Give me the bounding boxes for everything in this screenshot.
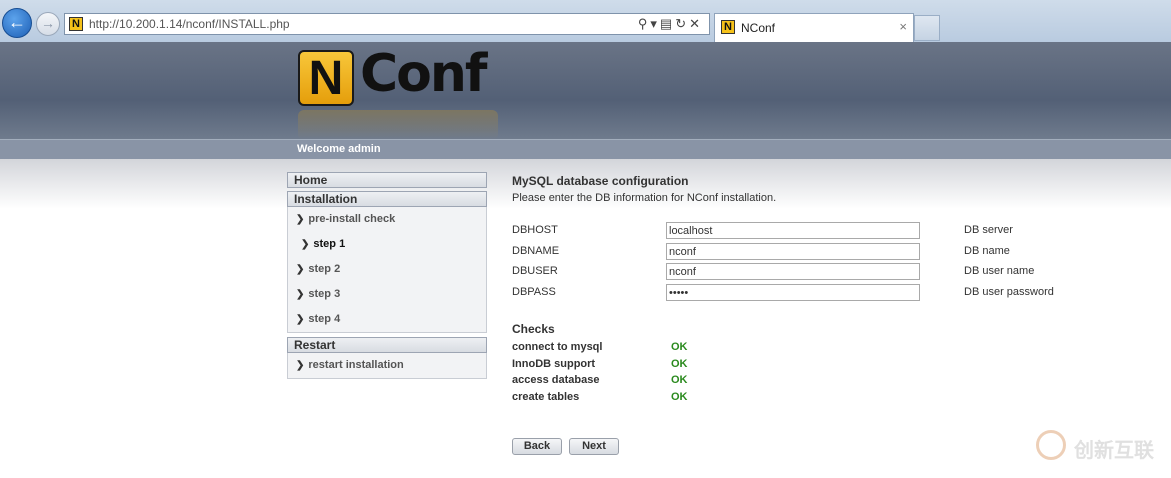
page-header: N Conf — [0, 42, 1171, 140]
sidebar-item-restart-installation[interactable]: ❯ restart installation — [288, 353, 486, 378]
chevron-right-icon: ❯ — [296, 214, 305, 225]
field-row-dbhost: DBHOST DB server — [512, 222, 1112, 240]
sidebar-item-step-2[interactable]: ❯ step 2 — [288, 257, 486, 282]
back-arrow-icon[interactable]: ← — [2, 8, 32, 38]
field-label: DBPASS — [512, 286, 556, 298]
chevron-right-icon: ❯ — [296, 314, 305, 325]
sidebar-item-label: step 3 — [308, 288, 341, 300]
next-button[interactable]: Next — [569, 438, 619, 455]
check-label: create tables — [512, 391, 580, 403]
page-subtitle: Please enter the DB information for NCon… — [512, 192, 777, 204]
sidebar-item-label: step 4 — [308, 313, 341, 325]
dropdown-icon[interactable]: ▾ — [650, 16, 660, 31]
check-status: OK — [671, 374, 688, 386]
dbuser-input[interactable] — [666, 263, 920, 280]
field-description: DB user password — [964, 286, 1054, 298]
dbpass-input[interactable] — [666, 284, 920, 301]
address-bar-tools[interactable]: ⚲▾▤↻✕ — [638, 16, 703, 32]
menu-installation: Installation — [287, 191, 487, 207]
page-title: MySQL database configuration — [512, 174, 689, 188]
check-label: InnoDB support — [512, 358, 596, 370]
installation-menu: ❯ pre-install check ❯ step 1 ❯ step 2 ❯ step… — [287, 207, 487, 333]
sidebar-item-step-4[interactable]: ❯ step 4 — [288, 307, 486, 332]
watermark-text: 创新互联 — [1074, 440, 1154, 462]
watermark-circle-icon — [1036, 430, 1066, 460]
check-status: OK — [671, 391, 688, 403]
address-url[interactable]: http://10.200.1.14/nconf/INSTALL.php — [89, 17, 290, 31]
check-label: connect to mysql — [512, 341, 603, 353]
check-label: access database — [512, 374, 600, 386]
browser-chrome: ← → N http://10.200.1.14/nconf/INSTALL.p… — [0, 0, 1171, 43]
sidebar-item-step-1[interactable]: ❯ step 1 — [288, 232, 486, 257]
sidebar: Home Installation ❯ pre-install check ❯ st… — [287, 172, 487, 383]
check-row: create tables OK — [512, 391, 812, 407]
tab-close-icon[interactable]: × — [899, 19, 907, 34]
check-row: access database OK — [512, 374, 812, 390]
compatibility-icon[interactable]: ▤ — [660, 16, 675, 31]
tab-title: NConf — [741, 21, 776, 35]
check-status: OK — [671, 341, 688, 353]
sidebar-item-label: pre-install check — [308, 213, 396, 225]
new-tab-button[interactable] — [914, 15, 940, 41]
tab-nconf[interactable]: N NConf × — [714, 13, 914, 42]
checks-title: Checks — [512, 322, 555, 336]
search-icon[interactable]: ⚲ — [638, 16, 651, 31]
field-description: DB server — [964, 224, 1013, 236]
sidebar-item-step-3[interactable]: ❯ step 3 — [288, 282, 486, 307]
field-description: DB name — [964, 245, 1010, 257]
dbhost-input[interactable] — [666, 222, 920, 239]
restart-menu: ❯ restart installation — [287, 353, 487, 379]
logo-conf: Conf — [360, 44, 488, 104]
chevron-right-icon: ❯ — [296, 360, 305, 371]
field-label: DBNAME — [512, 245, 560, 257]
logo-n: N — [298, 50, 354, 106]
field-description: DB user name — [964, 265, 1035, 277]
chevron-right-icon: ❯ — [301, 239, 310, 250]
refresh-icon[interactable]: ↻ — [675, 16, 689, 31]
field-row-dbuser: DBUSER DB user name — [512, 263, 1112, 281]
chevron-right-icon: ❯ — [296, 264, 305, 275]
address-bar[interactable]: N http://10.200.1.14/nconf/INSTALL.php ⚲… — [64, 13, 710, 35]
check-row: InnoDB support OK — [512, 358, 812, 374]
welcome-text: Welcome admin — [297, 143, 381, 155]
dbname-input[interactable] — [666, 243, 920, 260]
welcome-bar: Welcome admin — [0, 139, 1171, 160]
site-favicon-icon: N — [69, 17, 83, 31]
forward-arrow-icon[interactable]: → — [36, 12, 60, 36]
sidebar-item-label: restart installation — [308, 359, 404, 371]
menu-home[interactable]: Home — [287, 172, 487, 188]
field-label: DBUSER — [512, 265, 558, 277]
stop-icon[interactable]: ✕ — [689, 16, 703, 31]
check-status: OK — [671, 358, 688, 370]
logo-reflection — [298, 110, 498, 140]
watermark-logo: 创新互联 — [1036, 428, 1166, 464]
menu-restart: Restart — [287, 337, 487, 353]
main-content: MySQL database configuration Please ente… — [512, 174, 1112, 455]
field-row-dbpass: DBPASS DB user password — [512, 284, 1112, 302]
check-row: connect to mysql OK — [512, 341, 812, 357]
field-row-dbname: DBNAME DB name — [512, 243, 1112, 261]
tab-favicon-icon: N — [721, 20, 735, 34]
sidebar-item-label: step 1 — [313, 238, 346, 250]
field-label: DBHOST — [512, 224, 558, 236]
sidebar-item-pre-install-check[interactable]: ❯ pre-install check — [288, 207, 486, 232]
sidebar-item-label: step 2 — [308, 263, 341, 275]
back-button[interactable]: Back — [512, 438, 562, 455]
chevron-right-icon: ❯ — [296, 289, 305, 300]
